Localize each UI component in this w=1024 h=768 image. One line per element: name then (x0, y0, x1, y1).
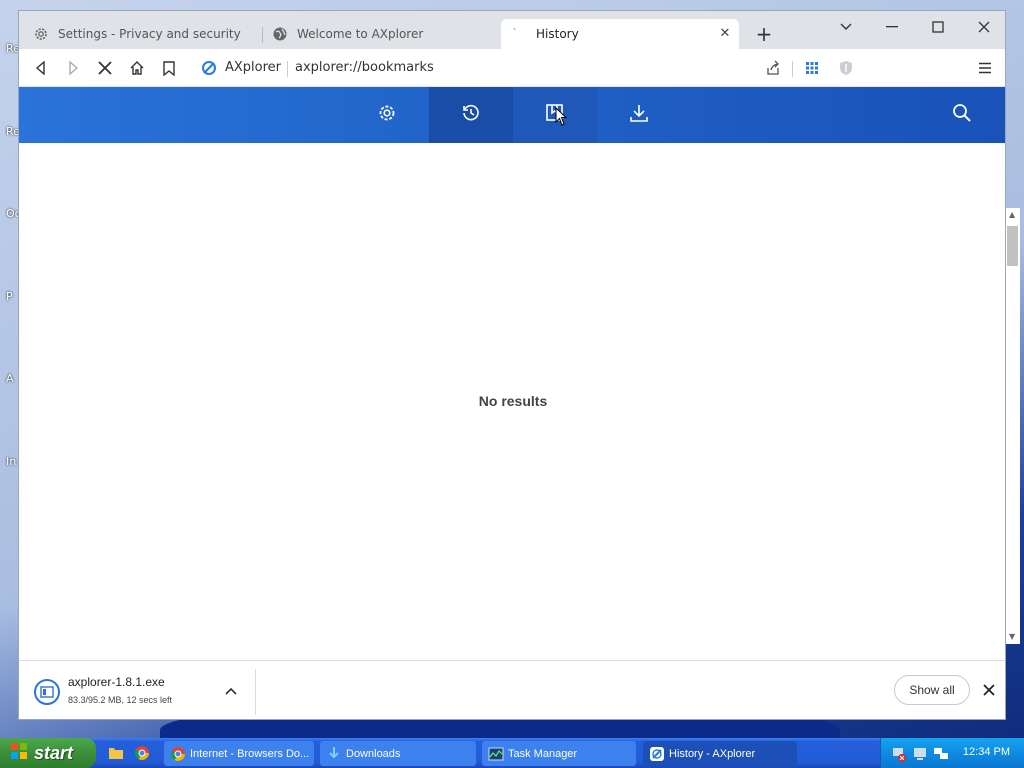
menu-icon[interactable] (973, 56, 997, 80)
stop-button[interactable] (93, 56, 117, 80)
download-icon (629, 103, 649, 127)
chrome-icon[interactable] (134, 745, 150, 761)
history-content: No results (19, 143, 1005, 660)
tab-settings[interactable]: Settings - Privacy and security (23, 19, 261, 49)
download-file-name[interactable]: axplorer-1.8.1.exe (68, 675, 165, 689)
new-tab-button[interactable]: + (753, 24, 775, 46)
page-scrollbar[interactable]: ▲ ▼ (1006, 208, 1020, 644)
axplorer-icon (649, 746, 665, 762)
nav-history-button[interactable] (429, 87, 513, 143)
start-button[interactable]: start (0, 738, 96, 768)
close-tab-icon[interactable]: ✕ (717, 26, 733, 42)
nav-settings-button[interactable] (345, 87, 429, 143)
address-bar[interactable]: AXplorer axplorer://bookmarks (191, 53, 863, 83)
taskbar-item-label: Downloads (346, 747, 401, 760)
browser-window: Settings - Privacy and security Welcome … (18, 10, 1006, 720)
axplorer-logo-icon (199, 58, 219, 78)
browser-toolbar: AXplorer axplorer://bookmarks (19, 49, 1005, 87)
forward-button[interactable] (61, 56, 85, 80)
desktop-icon-label[interactable]: A (6, 372, 14, 385)
share-icon[interactable] (763, 58, 783, 78)
gear-icon (33, 26, 49, 42)
tab-label: History (536, 27, 579, 41)
desktop-icon-label[interactable]: P (6, 290, 13, 303)
taskbar-item-label: History - AXplorer (669, 747, 756, 760)
file-explorer-icon[interactable] (108, 745, 124, 761)
taskbar-item-axplorer[interactable]: History - AXplorer (643, 741, 797, 766)
display-icon[interactable] (913, 746, 927, 765)
start-label: start (34, 742, 74, 763)
history-icon (461, 103, 481, 127)
taskbar-item-internet[interactable]: Internet - Browsers Do... (164, 741, 314, 766)
nav-downloads-button[interactable] (597, 87, 681, 143)
desktop-icon-label[interactable]: In (6, 455, 16, 468)
task-manager-icon (488, 746, 504, 762)
home-button[interactable] (125, 56, 149, 80)
url-text[interactable]: axplorer://bookmarks (295, 60, 434, 75)
omnibox-separator (287, 61, 288, 77)
apps-grid-icon[interactable] (802, 58, 822, 78)
site-name: AXplorer (225, 60, 282, 75)
loading-icon (511, 26, 527, 42)
download-icon (326, 746, 342, 762)
search-icon (952, 103, 972, 127)
nav-search-button[interactable] (935, 87, 1005, 143)
tab-label: Welcome to AXplorer (297, 27, 424, 41)
empty-state-message: No results (478, 393, 548, 409)
shield-icon[interactable] (836, 58, 856, 78)
tab-welcome[interactable]: Welcome to AXplorer (262, 19, 500, 49)
chevron-up-icon[interactable] (221, 681, 241, 701)
globe-icon (272, 26, 288, 42)
mouse-cursor-icon (555, 106, 568, 131)
tab-history[interactable]: History ✕ (501, 19, 739, 49)
taskbar-item-label: Internet - Browsers Do... (190, 747, 310, 760)
windows-logo-icon (10, 742, 28, 764)
clock[interactable]: 12:34 PM (963, 746, 1010, 758)
gear-icon (377, 103, 397, 127)
omnibox-separator (792, 61, 793, 77)
scroll-down-arrow-icon[interactable]: ▼ (1009, 632, 1015, 641)
scroll-up-arrow-icon[interactable]: ▲ (1009, 210, 1015, 219)
tab-search-chevron-icon[interactable] (831, 15, 861, 39)
show-all-button[interactable]: Show all (894, 675, 970, 705)
tab-label: Settings - Privacy and security (58, 27, 241, 41)
network-icon[interactable] (933, 746, 949, 765)
system-tray: 12:34 PM (880, 738, 1024, 768)
installer-file-icon[interactable] (34, 679, 60, 705)
minimize-button[interactable] (877, 15, 907, 39)
tab-strip: Settings - Privacy and security Welcome … (19, 11, 1005, 49)
bookmark-button[interactable] (157, 56, 181, 80)
download-divider (255, 669, 256, 715)
back-button[interactable] (29, 56, 53, 80)
network-warning-icon[interactable] (891, 746, 907, 766)
close-download-bar-icon[interactable] (979, 680, 999, 700)
maximize-button[interactable] (923, 15, 953, 39)
close-window-button[interactable] (969, 15, 999, 39)
download-bar: axplorer-1.8.1.exe 83.3/95.2 MB, 12 secs… (19, 660, 1005, 719)
taskbar: start Internet - Browsers Do... Download… (0, 738, 1024, 768)
chrome-icon (170, 746, 186, 762)
taskbar-item-label: Task Manager (508, 747, 578, 760)
app-header (19, 87, 1005, 143)
taskbar-item-downloads[interactable]: Downloads (320, 741, 476, 766)
taskbar-item-task-manager[interactable]: Task Manager (482, 741, 636, 766)
download-status: 83.3/95.2 MB, 12 secs left (68, 695, 173, 705)
scrollbar-thumb[interactable] (1007, 226, 1018, 266)
